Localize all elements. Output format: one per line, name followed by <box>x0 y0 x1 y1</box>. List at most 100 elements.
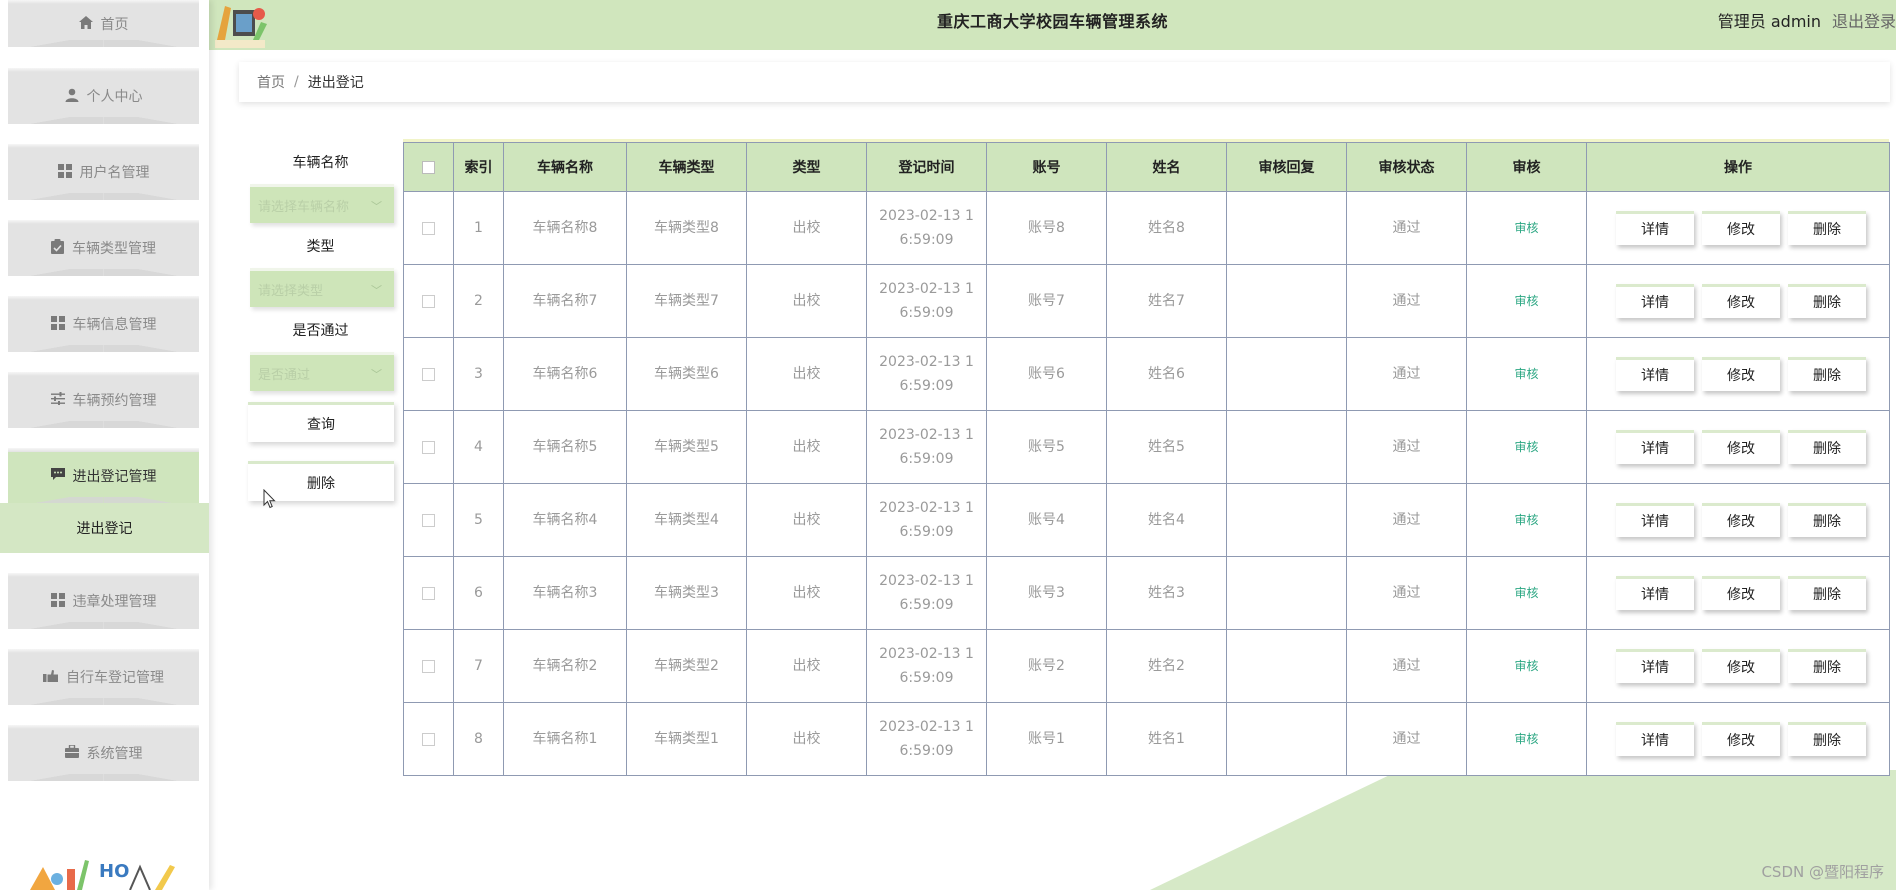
menu-item-entry-exit[interactable]: 进出登记管理 <box>8 448 199 504</box>
edit-button[interactable]: 修改 <box>1702 430 1780 464</box>
row-checkbox[interactable] <box>422 367 435 381</box>
cell-actions: 详情 修改 删除 <box>1586 191 1890 265</box>
vehicle-name-select[interactable]: 请选择车辆名称 ﹀ <box>250 184 394 223</box>
edit-button[interactable]: 修改 <box>1702 284 1780 318</box>
edit-button[interactable]: 修改 <box>1702 211 1780 245</box>
briefcase-icon <box>64 744 79 761</box>
row-checkbox[interactable] <box>422 294 435 308</box>
logout-link[interactable]: 退出登录 <box>1832 0 1896 44</box>
delete-button[interactable]: 删除 <box>1788 503 1866 537</box>
time-date: 2023-02-13 1 <box>879 281 974 297</box>
grid-icon <box>57 163 72 181</box>
type-select[interactable]: 请选择类型 ﹀ <box>250 268 394 307</box>
menu-item-violations[interactable]: 违章处理管理 <box>8 573 199 629</box>
edit-button[interactable]: 修改 <box>1702 576 1780 610</box>
menu-item-home[interactable]: 首页 <box>8 0 199 47</box>
delete-button[interactable]: 删除 <box>1788 576 1866 610</box>
edit-button[interactable]: 修改 <box>1702 357 1780 391</box>
column-header: 审核 <box>1466 142 1587 192</box>
home-icon <box>78 15 93 32</box>
review-link[interactable]: 审核 <box>1466 410 1587 484</box>
table-row: 2 车辆名称7 车辆类型7 出校 2023-02-13 1 6:59:09 账号7… <box>403 264 1890 338</box>
delete-button[interactable]: 删除 <box>1788 649 1866 683</box>
cell-person-name: 姓名3 <box>1106 556 1227 630</box>
review-link[interactable]: 审核 <box>1466 629 1587 703</box>
cell-register-time: 2023-02-13 1 6:59:09 <box>866 191 987 265</box>
breadcrumb-home[interactable]: 首页 <box>257 72 285 92</box>
detail-button[interactable]: 详情 <box>1616 576 1694 610</box>
edit-button[interactable]: 修改 <box>1702 722 1780 756</box>
vehicle-name-filter-label: 车辆名称 <box>292 155 349 171</box>
column-header: 操作 <box>1586 142 1890 192</box>
cell-vehicle-name: 车辆名称2 <box>503 629 627 703</box>
breadcrumb: 首页 / 进出登记 <box>239 62 1890 102</box>
row-checkbox[interactable] <box>422 659 435 673</box>
review-link[interactable]: 审核 <box>1466 556 1587 630</box>
menu-item-label: 自行车登记管理 <box>66 670 164 686</box>
detail-button[interactable]: 详情 <box>1616 211 1694 245</box>
select-all-cell <box>403 142 454 192</box>
cell-account: 账号1 <box>986 702 1107 776</box>
review-link[interactable]: 审核 <box>1466 483 1587 557</box>
detail-button[interactable]: 详情 <box>1616 722 1694 756</box>
cell-index: 7 <box>453 629 504 703</box>
menu-item-label: 车辆类型管理 <box>72 241 156 257</box>
time-date: 2023-02-13 1 <box>879 354 974 370</box>
row-checkbox[interactable] <box>422 221 435 235</box>
column-header: 类型 <box>746 142 867 192</box>
review-link[interactable]: 审核 <box>1466 264 1587 338</box>
menu-item-label: 个人中心 <box>86 89 143 105</box>
query-button[interactable]: 查询 <box>248 402 394 442</box>
time-date: 2023-02-13 1 <box>879 719 974 735</box>
edit-button[interactable]: 修改 <box>1702 503 1780 537</box>
select-all-checkbox[interactable] <box>422 160 435 174</box>
detail-button[interactable]: 详情 <box>1616 430 1694 464</box>
row-checkbox[interactable] <box>422 732 435 746</box>
menu-item-users[interactable]: 用户名管理 <box>8 144 199 200</box>
delete-button[interactable]: 删除 <box>1788 284 1866 318</box>
cell-type: 出校 <box>746 556 867 630</box>
cell-account: 账号7 <box>986 264 1107 338</box>
cell-actions: 详情 修改 删除 <box>1586 483 1890 557</box>
cell-actions: 详情 修改 删除 <box>1586 629 1890 703</box>
detail-button[interactable]: 详情 <box>1616 503 1694 537</box>
cell-vehicle-type: 车辆类型6 <box>626 337 747 411</box>
table-row: 3 车辆名称6 车辆类型6 出校 2023-02-13 1 6:59:09 账号6… <box>403 337 1890 411</box>
user-icon <box>65 88 79 105</box>
row-checkbox[interactable] <box>422 513 435 527</box>
time-date: 2023-02-13 1 <box>879 427 974 443</box>
cell-review-status: 通过 <box>1346 191 1467 265</box>
menu-item-bicycle[interactable]: 自行车登记管理 <box>8 649 199 705</box>
review-link[interactable]: 审核 <box>1466 191 1587 265</box>
table-header-row: 索引 车辆名称 车辆类型 类型 登记时间 账号 姓名 审核回复 审核状态 审核 … <box>403 142 1890 192</box>
app-title: 重庆工商大学校园车辆管理系统 <box>936 12 1168 31</box>
submenu-entry-exit-record[interactable]: 进出登记 <box>0 503 209 553</box>
cell-vehicle-type: 车辆类型2 <box>626 629 747 703</box>
detail-button[interactable]: 详情 <box>1616 649 1694 683</box>
delete-button[interactable]: 删除 <box>1788 357 1866 391</box>
cell-vehicle-name: 车辆名称6 <box>503 337 627 411</box>
detail-button[interactable]: 详情 <box>1616 284 1694 318</box>
menu-item-reservations[interactable]: 车辆预约管理 <box>8 372 199 428</box>
menu-item-vehicle-types[interactable]: 车辆类型管理 <box>8 220 199 276</box>
row-checkbox[interactable] <box>422 440 435 454</box>
review-link[interactable]: 审核 <box>1466 702 1587 776</box>
time-clock: 6:59:09 <box>899 670 954 686</box>
delete-button[interactable]: 删除 <box>1788 722 1866 756</box>
passed-select-placeholder: 是否通过 <box>258 367 311 383</box>
edit-button[interactable]: 修改 <box>1702 649 1780 683</box>
detail-button[interactable]: 详情 <box>1616 357 1694 391</box>
menu-item-profile[interactable]: 个人中心 <box>8 68 199 124</box>
menu-item-system[interactable]: 系统管理 <box>8 725 199 781</box>
cell-review-reply <box>1226 410 1347 484</box>
cell-review-reply <box>1226 337 1347 411</box>
menu-item-vehicle-info[interactable]: 车辆信息管理 <box>8 296 199 352</box>
passed-select[interactable]: 是否通过 ﹀ <box>250 352 394 391</box>
menu-item-label: 车辆预约管理 <box>72 393 157 409</box>
delete-button[interactable]: 删除 <box>1788 211 1866 245</box>
review-link[interactable]: 审核 <box>1466 337 1587 411</box>
row-select-cell <box>403 264 454 338</box>
row-checkbox[interactable] <box>422 586 435 600</box>
time-clock: 6:59:09 <box>899 524 954 540</box>
delete-button[interactable]: 删除 <box>1788 430 1866 464</box>
